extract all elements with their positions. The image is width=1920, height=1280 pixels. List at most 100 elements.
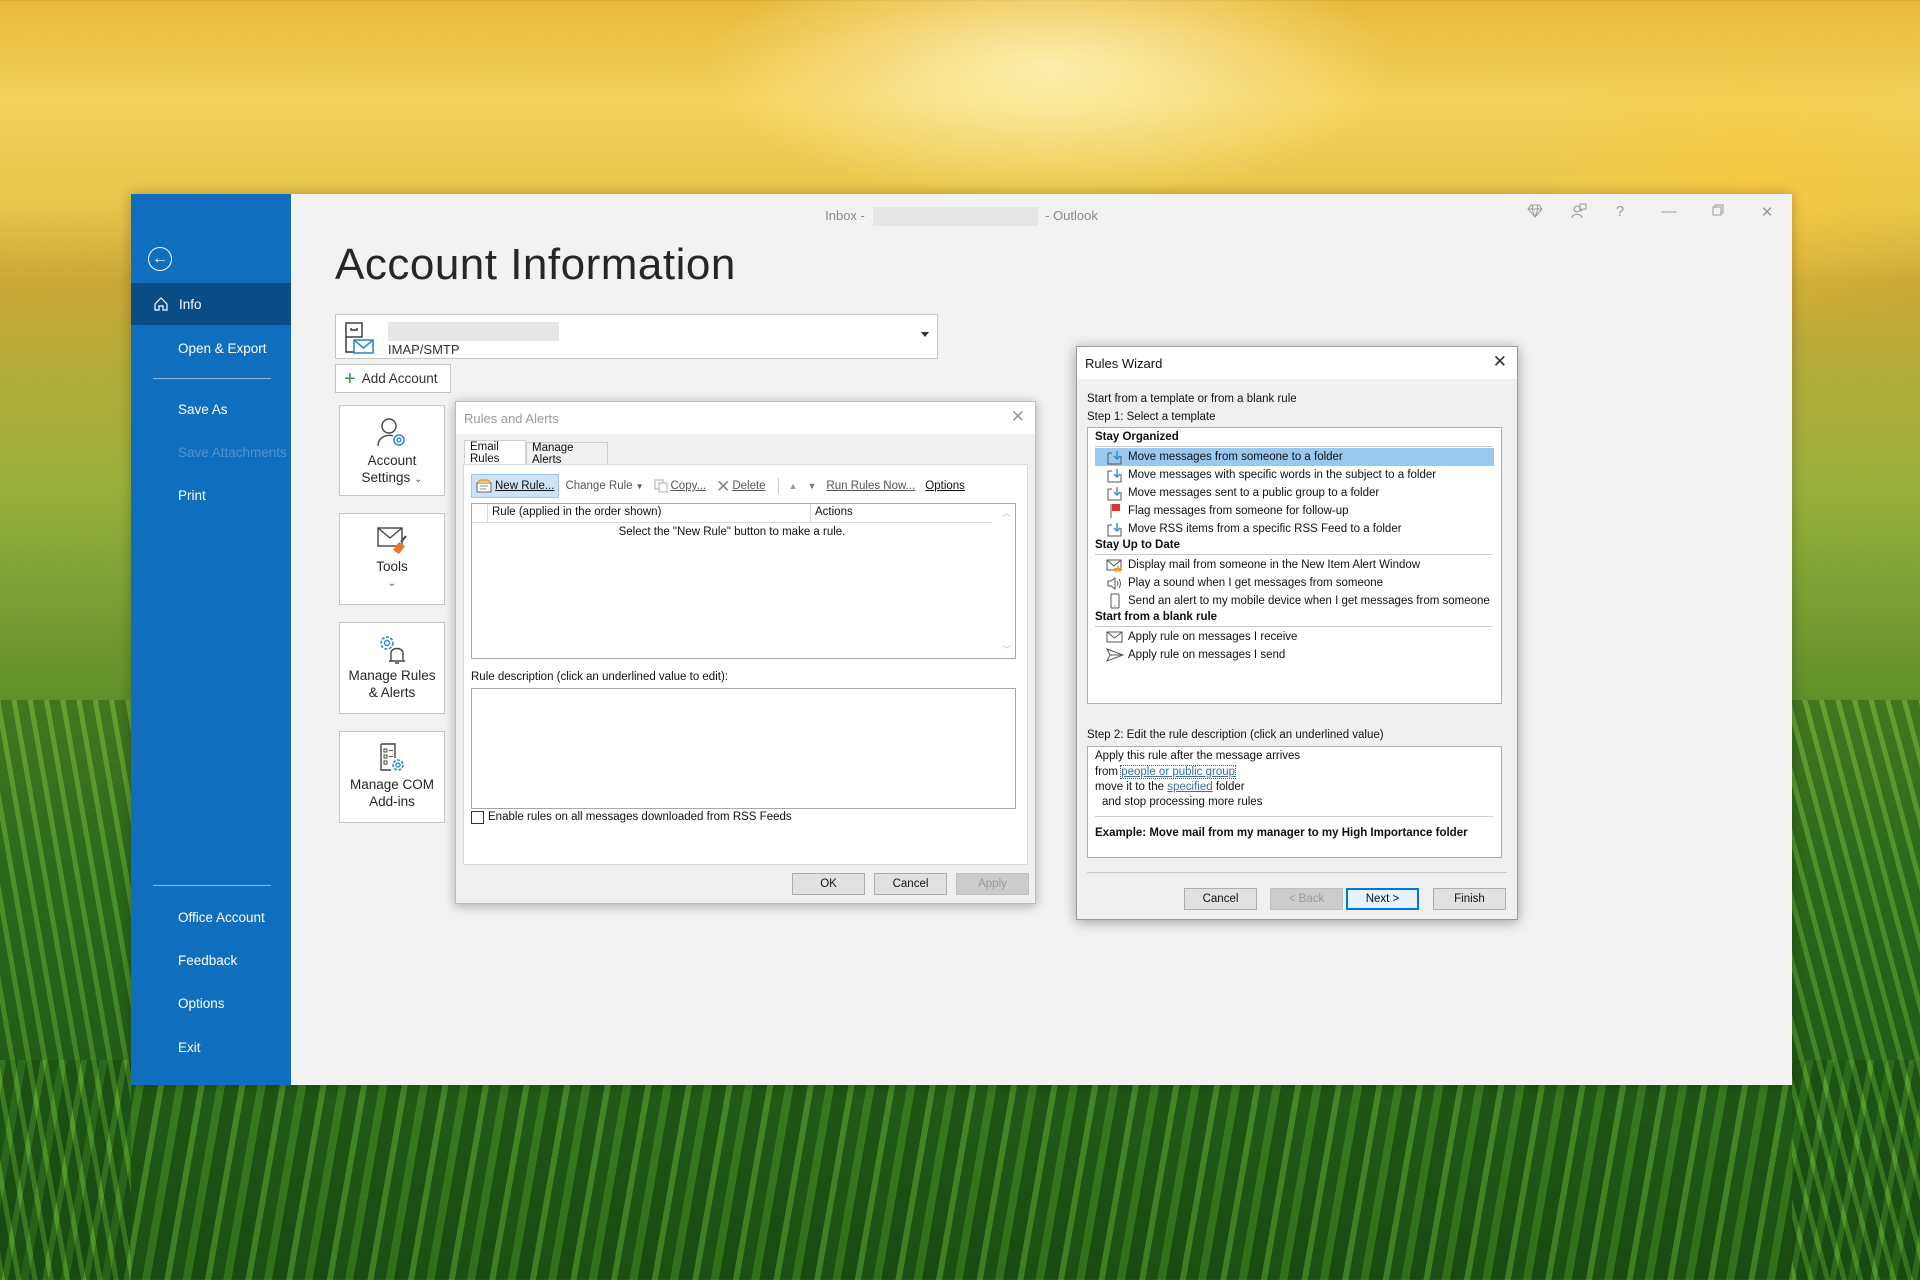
options-button[interactable]: Options	[921, 474, 969, 498]
sidebar-item-options[interactable]: Options	[131, 982, 291, 1024]
rules-list[interactable]: Rule (applied in the order shown) Action…	[471, 503, 1016, 659]
redacted-account-name	[872, 207, 1038, 226]
sidebar-item-save-as[interactable]: Save As	[131, 388, 291, 430]
restore-icon[interactable]	[1703, 203, 1733, 221]
specified-folder-link[interactable]: specified	[1167, 781, 1212, 793]
delete-x-icon: ✕	[716, 476, 731, 496]
template-item[interactable]: Apply rule on messages I send	[1095, 646, 1494, 664]
sidebar-item-label: Print	[178, 487, 206, 503]
sidebar-item-info[interactable]: Info	[131, 283, 291, 325]
template-item[interactable]: Flag messages from someone for follow-up	[1095, 502, 1494, 520]
wizard-intro: Start from a template or from a blank ru…	[1087, 393, 1297, 405]
new-rule-button[interactable]: New Rule...	[471, 474, 560, 498]
template-item[interactable]: Display mail from someone in the New Ite…	[1095, 556, 1494, 574]
manage-com-addins-tile[interactable]: Manage COM Add-ins	[339, 731, 445, 823]
template-item[interactable]: Play a sound when I get messages from so…	[1095, 574, 1494, 592]
help-icon[interactable]: ?	[1605, 203, 1635, 220]
group-divider	[1095, 554, 1492, 555]
cancel-button[interactable]: Cancel	[874, 873, 947, 895]
template-label: Play a sound when I get messages from so…	[1128, 577, 1384, 589]
sidebar-item-label: Office Account	[178, 909, 265, 925]
wizard-next-button[interactable]: Next >	[1346, 888, 1419, 910]
background-glow	[700, 0, 1400, 200]
empty-list-message: Select the "New Rule" button to make a r…	[618, 526, 846, 538]
background-grass	[1792, 700, 1920, 1280]
add-account-label: Add Account	[361, 371, 438, 386]
tab-email-rules[interactable]: Email Rules	[464, 440, 526, 465]
template-item[interactable]: Move messages with specific words in the…	[1095, 466, 1494, 484]
speaker-icon	[1106, 575, 1124, 591]
account-selector[interactable]: IMAP/SMTP	[335, 314, 938, 359]
scroll-down-icon[interactable]: ﹀	[1002, 643, 1011, 656]
template-label: Move RSS items from a specific RSS Feed …	[1128, 523, 1402, 535]
diamond-icon[interactable]	[1520, 203, 1550, 223]
column-divider	[810, 504, 811, 522]
sidebar-item-label: Feedback	[178, 952, 238, 968]
backstage-sidebar: ← Info Open & Export Save As Save Attach…	[131, 194, 291, 1085]
delete-button[interactable]: ✕ Delete	[712, 474, 770, 498]
move-down-button[interactable]: ▼	[804, 474, 821, 498]
back-button[interactable]: ←	[148, 247, 172, 271]
close-icon[interactable]: ✕	[1011, 407, 1025, 427]
template-item[interactable]: Apply rule on messages I receive	[1095, 628, 1494, 646]
template-item[interactable]: Send an alert to my mobile device when I…	[1095, 592, 1494, 610]
step2-label: Step 2: Edit the rule description (click…	[1087, 729, 1384, 741]
column-header-rule[interactable]: Rule (applied in the order shown)	[492, 506, 661, 518]
coauthor-icon[interactable]	[1564, 203, 1594, 223]
new-rule-label: New Rule...	[495, 480, 555, 492]
change-rule-button[interactable]: Change Rule ▼	[561, 474, 647, 498]
envelope-icon	[1106, 629, 1124, 645]
sidebar-item-label: Save Attachments	[178, 444, 287, 460]
add-account-button[interactable]: + Add Account	[335, 364, 451, 393]
wizard-finish-button[interactable]: Finish	[1433, 888, 1506, 910]
column-header-actions[interactable]: Actions	[815, 506, 853, 518]
vertical-scrollbar[interactable]: ︿ ﹀	[998, 504, 1015, 658]
tab-manage-alerts[interactable]: Manage Alerts	[526, 442, 608, 466]
move-up-button[interactable]: ▲	[785, 474, 802, 498]
copy-icon	[654, 479, 667, 493]
ok-button[interactable]: OK	[792, 873, 865, 895]
run-rules-now-button[interactable]: Run Rules Now...	[822, 474, 919, 498]
template-item[interactable]: Move RSS items from a specific RSS Feed …	[1095, 520, 1494, 538]
sidebar-divider	[153, 885, 271, 886]
manage-rules-alerts-tile[interactable]: Manage Rules & Alerts	[339, 622, 445, 714]
sidebar-item-open-export[interactable]: Open & Export	[131, 327, 291, 369]
tools-tile[interactable]: Tools ⌄	[339, 513, 445, 605]
minimize-icon[interactable]: —	[1654, 203, 1684, 220]
sidebar-item-exit[interactable]: Exit	[131, 1026, 291, 1068]
close-icon[interactable]: ✕	[1493, 352, 1507, 372]
background-grass	[0, 1060, 1920, 1280]
people-or-public-group-link[interactable]: people or public group	[1120, 765, 1237, 779]
sidebar-item-print[interactable]: Print	[131, 474, 291, 516]
rss-rules-label[interactable]: Enable rules on all messages downloaded …	[488, 811, 792, 823]
sidebar-item-save-attachments: Save Attachments	[131, 431, 291, 473]
template-list[interactable]: Stay Organized Move messages from someon…	[1087, 427, 1502, 704]
title-prefix: Inbox -	[825, 207, 865, 223]
wizard-cancel-button[interactable]: Cancel	[1184, 888, 1257, 910]
account-settings-tile[interactable]: Account Settings ⌄	[339, 405, 445, 496]
tile-label: & Alerts	[368, 685, 416, 700]
sidebar-item-office-account[interactable]: Office Account	[131, 896, 291, 938]
sidebar-item-feedback[interactable]: Feedback	[131, 939, 291, 981]
dropdown-caret-icon[interactable]	[921, 332, 929, 337]
dialog-titlebar: Rules Wizard ✕	[1077, 347, 1517, 379]
arrow-down-icon: ▼	[807, 481, 817, 491]
scroll-up-icon[interactable]: ︿	[1002, 506, 1011, 519]
rss-rules-checkbox[interactable]	[471, 811, 484, 824]
home-icon	[154, 297, 168, 311]
template-item[interactable]: Move messages sent to a public group to …	[1095, 484, 1494, 502]
rule-description-box[interactable]	[471, 688, 1016, 809]
copy-button[interactable]: Copy...	[650, 474, 711, 498]
account-mailbox-icon	[345, 322, 374, 354]
column-divider	[487, 504, 488, 522]
rules-alerts-icon	[380, 636, 405, 664]
move-to-folder-icon	[1106, 449, 1124, 465]
template-label: Display mail from someone in the New Ite…	[1128, 559, 1421, 571]
change-rule-label: Change Rule	[565, 480, 633, 492]
description-line: Apply this rule after the message arrive…	[1095, 750, 1301, 762]
template-item[interactable]: Move messages from someone to a folder	[1095, 448, 1494, 466]
group-divider	[1095, 626, 1492, 627]
close-icon[interactable]: ✕	[1752, 203, 1782, 221]
template-label: Move messages with specific words in the…	[1128, 469, 1437, 481]
description-text: from	[1095, 766, 1122, 778]
